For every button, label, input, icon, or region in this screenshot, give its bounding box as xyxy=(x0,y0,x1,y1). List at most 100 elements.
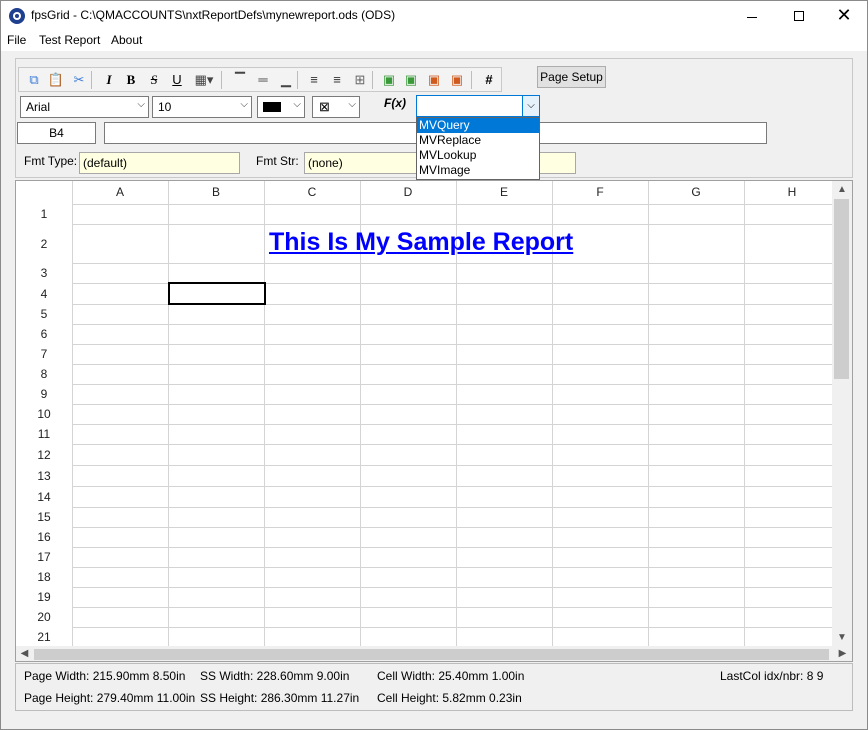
row-header[interactable]: 13 xyxy=(16,469,72,483)
fx-option-mvlookup[interactable]: MVLookup xyxy=(417,148,539,163)
scroll-down-icon[interactable]: ▼ xyxy=(832,629,852,646)
valign-top-button[interactable]: ▔ xyxy=(230,70,250,90)
align-left-button[interactable]: ≡ xyxy=(304,70,324,90)
font-select[interactable]: Arial ⌵ xyxy=(20,96,149,118)
spreadsheet-grid[interactable]: This Is My Sample Report ▲ ▼ ◀ ▶ ABCDEFG… xyxy=(15,180,853,662)
row-header[interactable]: 19 xyxy=(16,590,72,604)
row-header[interactable]: 11 xyxy=(16,427,72,441)
delete-col-icon: ▣ xyxy=(450,72,464,87)
border-button[interactable]: ▦▾ xyxy=(194,70,214,90)
row-header[interactable]: 15 xyxy=(16,510,72,524)
envelope-border-icon: ⊠ xyxy=(319,99,330,114)
row-header[interactable]: 7 xyxy=(16,347,72,361)
fx-option-mvquery[interactable]: MVQuery xyxy=(417,118,539,133)
cut-button[interactable]: ✂ xyxy=(69,70,89,90)
strikethrough-button[interactable]: S xyxy=(144,70,164,90)
insert-row-button[interactable]: ▣ xyxy=(379,70,399,90)
color-swatch xyxy=(263,102,281,112)
font-size-select[interactable]: 10 ⌵ xyxy=(152,96,252,118)
fx-dropdown-list: MVQuery MVReplace MVLookup MVImage xyxy=(416,117,540,180)
row-header[interactable]: 17 xyxy=(16,550,72,564)
cell-reference-field[interactable]: B4 xyxy=(17,122,96,144)
valign-bottom-button[interactable]: ▁ xyxy=(276,70,296,90)
merge-button[interactable]: ⊞ xyxy=(350,70,370,90)
row-header[interactable]: 18 xyxy=(16,570,72,584)
row-header[interactable]: 6 xyxy=(16,327,72,341)
paste-button[interactable]: 📋 xyxy=(46,70,66,90)
font-color-select[interactable]: ⌵ xyxy=(257,96,305,118)
toolbar-separator xyxy=(91,71,92,89)
row-header[interactable]: 1 xyxy=(16,207,72,221)
row-header[interactable]: 3 xyxy=(16,266,72,280)
italic-button[interactable]: I xyxy=(99,70,119,90)
insert-col-button[interactable]: ▣ xyxy=(401,70,421,90)
row-header[interactable]: 8 xyxy=(16,367,72,381)
delete-row-button[interactable]: ▣ xyxy=(424,70,444,90)
merge-icon: ⊞ xyxy=(354,72,366,87)
report-title-cell[interactable]: This Is My Sample Report xyxy=(269,228,573,257)
fx-option-mvimage[interactable]: MVImage xyxy=(417,163,539,178)
column-header-f[interactable]: F xyxy=(552,185,648,199)
title-bar: fpsGrid - C:\QMACCOUNTS\nxtReportDefs\my… xyxy=(1,1,867,31)
bold-button[interactable]: B xyxy=(121,70,141,90)
row-header[interactable]: 21 xyxy=(16,630,72,644)
column-header-c[interactable]: C xyxy=(264,185,360,199)
row-header[interactable]: 5 xyxy=(16,307,72,321)
ss-height-status: SS Height: 286.30mm 11.27in xyxy=(200,691,360,705)
copy-button[interactable]: ⧉ xyxy=(24,70,44,90)
toolbar-separator xyxy=(297,71,298,89)
row-header[interactable]: 12 xyxy=(16,448,72,462)
fx-option-mvreplace[interactable]: MVReplace xyxy=(417,133,539,148)
row-header[interactable]: 2 xyxy=(16,237,72,251)
column-header-a[interactable]: A xyxy=(72,185,168,199)
fx-select[interactable]: ⌵ xyxy=(416,95,540,117)
row-header[interactable]: 4 xyxy=(16,287,72,301)
toolbar-separator xyxy=(471,71,472,89)
chevron-down-icon: ⌵ xyxy=(240,99,248,110)
horizontal-scrollbar[interactable]: ◀ ▶ xyxy=(16,646,852,661)
minimize-button[interactable] xyxy=(729,1,775,31)
font-size-value: 10 xyxy=(158,100,172,114)
last-col-status: LastCol idx/nbr: 8 9 xyxy=(720,669,824,683)
chevron-down-icon: ⌵ xyxy=(293,99,301,110)
column-header-b[interactable]: B xyxy=(168,185,264,199)
page-setup-button[interactable]: Page Setup xyxy=(537,66,606,88)
insert-col-icon: ▣ xyxy=(404,72,418,87)
row-header[interactable]: 9 xyxy=(16,387,72,401)
row-header[interactable]: 14 xyxy=(16,490,72,504)
align-center-button[interactable]: ≡ xyxy=(327,70,347,90)
maximize-button[interactable] xyxy=(776,1,822,31)
app-logo-icon xyxy=(9,8,25,24)
column-header-h[interactable]: H xyxy=(744,185,840,199)
vertical-scroll-thumb[interactable] xyxy=(834,199,849,379)
maximize-icon xyxy=(794,11,804,22)
horizontal-scroll-thumb[interactable] xyxy=(34,649,829,660)
fx-label: F(x) xyxy=(384,96,406,110)
valign-middle-button[interactable]: ═ xyxy=(253,70,273,90)
row-header[interactable]: 20 xyxy=(16,610,72,624)
close-button[interactable]: ✕ xyxy=(821,1,867,31)
menu-about[interactable]: About xyxy=(111,33,142,47)
align-center-icon: ≡ xyxy=(333,72,341,87)
delete-col-button[interactable]: ▣ xyxy=(447,70,467,90)
menu-test-report[interactable]: Test Report xyxy=(39,33,100,47)
fmt-str-label: Fmt Str: xyxy=(256,154,299,168)
fmt-type-field[interactable]: (default) xyxy=(79,152,240,174)
number-format-button[interactable]: # xyxy=(479,70,499,90)
scroll-right-icon[interactable]: ▶ xyxy=(834,646,851,661)
menu-bar: File Test Report About xyxy=(1,31,867,51)
column-header-e[interactable]: E xyxy=(456,185,552,199)
scroll-left-icon[interactable]: ◀ xyxy=(16,646,33,661)
toolbar-separator xyxy=(221,71,222,89)
underline-button[interactable]: U xyxy=(167,70,187,90)
border-style-select[interactable]: ⊠ ⌵ xyxy=(312,96,360,118)
selected-cell-b4[interactable] xyxy=(168,282,266,305)
font-value: Arial xyxy=(26,100,51,114)
vertical-scrollbar[interactable]: ▲ ▼ xyxy=(832,181,852,661)
close-icon: ✕ xyxy=(836,5,852,25)
row-header[interactable]: 10 xyxy=(16,407,72,421)
menu-file[interactable]: File xyxy=(7,33,26,47)
column-header-g[interactable]: G xyxy=(648,185,744,199)
column-header-d[interactable]: D xyxy=(360,185,456,199)
row-header[interactable]: 16 xyxy=(16,530,72,544)
